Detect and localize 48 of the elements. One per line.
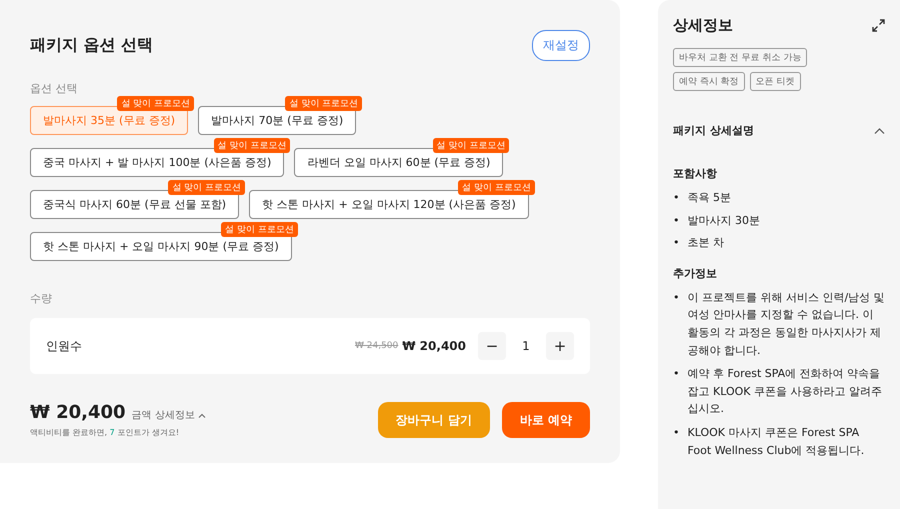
option-chip[interactable]: 핫 스톤 마사지 + 오일 마사지 90분 (무료 증정) — [30, 232, 292, 261]
subsection-title: 포함사항 — [673, 166, 718, 181]
included-item: 초본 차 — [688, 235, 724, 252]
promo-badge: 설 맞이 프로모션 — [458, 180, 535, 195]
promo-badge: 설 맞이 프로모션 — [285, 96, 362, 111]
increase-button[interactable]: + — [546, 332, 574, 360]
quantity-value: 1 — [521, 339, 531, 353]
option-chip[interactable]: 중국 마사지 + 발 마사지 100분 (사은품 증정) — [30, 148, 284, 177]
bullet: • — [673, 290, 680, 306]
included-item: 발마사지 30분 — [688, 212, 760, 229]
option-chip[interactable]: 라벤더 오일 마사지 60분 (무료 증정) — [294, 148, 504, 177]
included-item: 족욕 5분 — [688, 190, 731, 206]
option-chip[interactable]: 발마사지 70분 (무료 증정) — [198, 106, 356, 135]
info-item: 예약 후 Forest SPA에 전화하여 약속을 잡고 KLOOK 쿠폰을 사용하라고 알려주십시오. — [688, 366, 883, 418]
option-chip[interactable]: 핫 스톤 마사지 + 오일 마사지 120분 (사은품 증정) — [249, 190, 529, 219]
reset-button[interactable]: 재설정 — [532, 30, 590, 61]
section-title: 패키지 상세설명 — [673, 123, 754, 138]
promo-badge: 설 맞이 프로모션 — [117, 96, 194, 111]
expand-icon[interactable] — [872, 19, 885, 32]
panel-title: 패키지 옵션 선택 — [30, 35, 154, 56]
decrease-button[interactable]: − — [478, 332, 506, 360]
section-label: 수량 — [30, 291, 53, 306]
quantity-label: 인원수 — [46, 338, 83, 354]
bullet: • — [673, 212, 680, 229]
info-item: KLOOK 마사지 쿠폰은 Forest SPA Foot Wellness Club에 적용됩니다. — [688, 424, 866, 459]
chevron-up-icon[interactable] — [874, 128, 885, 134]
total-price: ₩ 20,400 — [30, 402, 126, 423]
chevron-up-icon — [198, 412, 206, 418]
unit-price: ₩ 20,400 — [402, 339, 466, 353]
subsection-title: 추가정보 — [673, 266, 718, 281]
points-note: 액티비티를 완료하면, 7 포인트가 생겨요! — [30, 427, 180, 438]
bullet: • — [673, 424, 680, 441]
promo-badge: 설 맞이 프로모션 — [432, 138, 510, 153]
bullet: • — [673, 235, 680, 252]
original-price: ₩ 24,500 — [355, 341, 398, 351]
feature-tag: 예약 즉시 확정 — [673, 72, 745, 91]
info-item: 이 프로젝트를 위해 서비스 인력/남성 및 여성 안마사를 지정할 수 없습니다. 이 활동의 각 과정은 동일한 마사지사가 제공해야 합니다. — [688, 290, 885, 359]
bullet: • — [673, 190, 680, 206]
section-label: 옵션 선택 — [30, 81, 78, 96]
details-title: 상세정보 — [673, 16, 733, 35]
promo-badge: 설 맞이 프로모션 — [221, 222, 298, 237]
promo-badge: 설 맞이 프로모션 — [214, 138, 290, 153]
price-details-link[interactable]: 금액 상세정보 — [132, 408, 206, 422]
promo-badge: 설 맞이 프로모션 — [168, 180, 246, 195]
feature-tag: 바우처 교환 전 무료 취소 가능 — [673, 48, 808, 67]
bullet: • — [673, 366, 680, 382]
feature-tag: 오픈 티켓 — [750, 72, 801, 91]
option-chip[interactable]: 중국식 마사지 60분 (무료 선물 포함) — [30, 190, 240, 219]
